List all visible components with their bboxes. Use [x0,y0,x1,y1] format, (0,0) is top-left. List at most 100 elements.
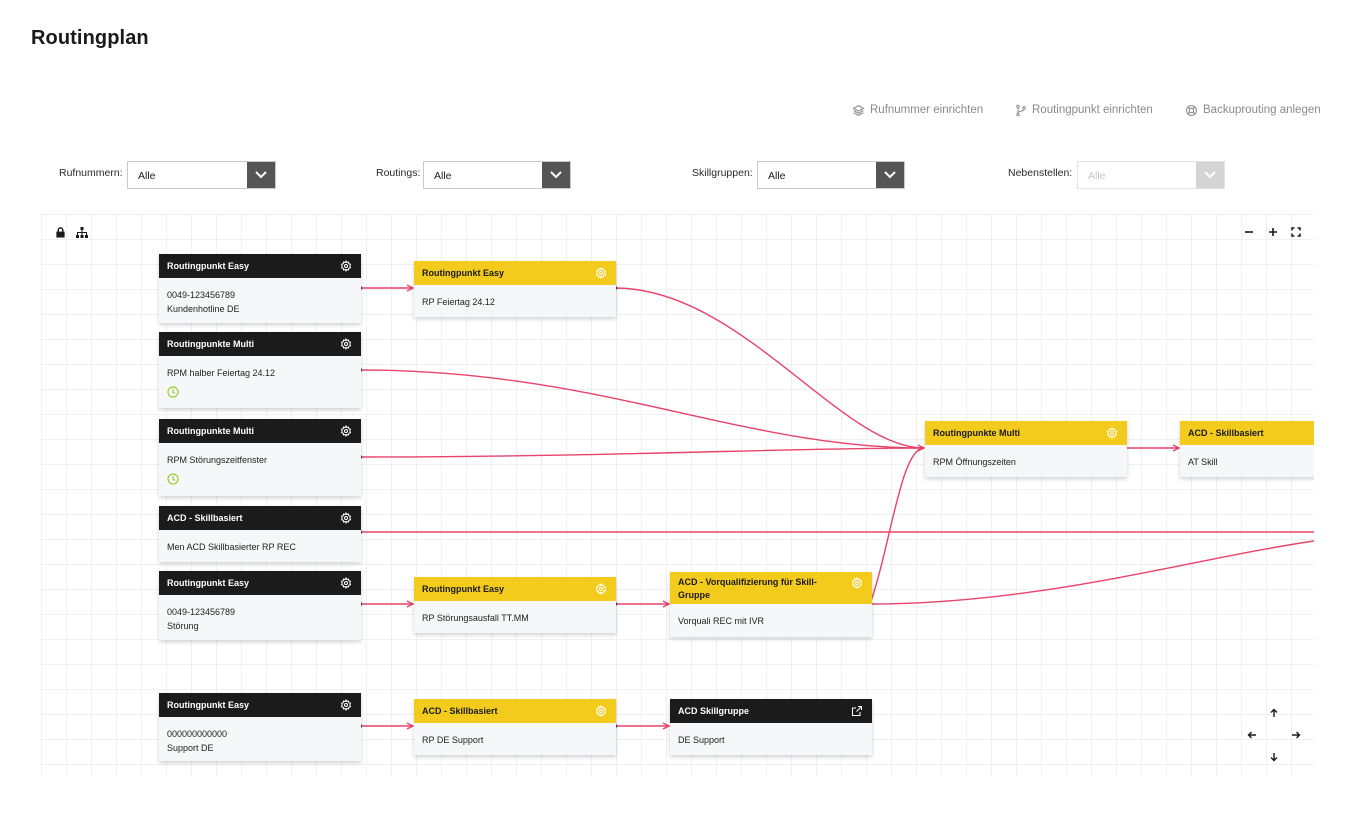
node-title: ACD - Skillbasiert [422,706,498,716]
routingpunkt-einrichten-link[interactable]: Routingpunkt einrichten [1015,101,1153,119]
node-body: Men ACD Skillbasierter RP REC [159,530,361,562]
node-body: DE Support [670,723,872,755]
arrow-right-icon[interactable] [1288,727,1304,743]
node-body: RP Feiertag 24.12 [414,285,616,317]
hierarchy-icon[interactable] [74,224,90,240]
node-line1: RP DE Support [422,735,484,745]
node-header: Routingpunkte Multi [159,419,361,443]
node-line2: Kundenhotline DE [167,304,240,314]
gear-icon[interactable] [594,704,608,718]
clock-icon [167,386,179,398]
node-acd-skillbasiert-at-skill[interactable]: ACD - Skillbasiert AT Skill [1180,421,1314,477]
node-routingpunkte-multi-oeffnungszeiten[interactable]: Routingpunkte Multi RPM Öffnungszeiten [925,421,1127,477]
node-body: RPM Störungszeitfenster [159,443,361,497]
edge-v1-m1 [869,447,925,605]
node-header: Routingpunkt Easy [159,693,361,717]
node-line1: AT Skill [1188,457,1218,467]
node-body: 000000000000 Support DE [159,717,361,763]
node-acd-vorqualifizierung[interactable]: ACD - Vorqualifizierung für Skill-Gruppe… [670,572,872,637]
node-routingpunkte-multi-stoerungszeitfenster[interactable]: Routingpunkte Multi RPM Störungszeitfens… [159,419,361,496]
node-line1: RPM halber Feiertag 24.12 [167,368,276,378]
gear-icon[interactable] [850,576,864,590]
node-line2: Support DE [167,743,214,753]
fullscreen-icon[interactable] [1288,224,1304,240]
node-header: ACD - Skillbasiert [159,506,361,530]
gear-icon[interactable] [594,266,608,280]
edge-v1-right [869,540,1314,605]
node-body: RP DE Support [414,723,616,755]
node-header: ACD - Vorqualifizierung für Skill-Gruppe [670,572,872,604]
gear-icon[interactable] [1105,426,1119,440]
clock-icon [167,473,179,485]
rufnummern-label: Rufnummern: [59,167,123,179]
edge-y1-m1 [614,287,925,449]
node-title: Routingpunkt Easy [167,261,250,271]
rufnummer-einrichten-label: Rufnummer einrichten [870,104,984,116]
node-title: Routingpunkt Easy [422,584,505,594]
node-header: Routingpunkt Easy [159,254,361,278]
node-routingpunkt-easy-kundenhotline[interactable]: Routingpunkt Easy 0049-123456789 Kundenho… [159,254,361,323]
chevron-down-icon [542,162,570,188]
rufnummer-einrichten-link[interactable]: Rufnummer einrichten [852,101,983,119]
node-routingpunkte-multi-halber-feiertag[interactable]: Routingpunkte Multi RPM halber Feiertag … [159,332,361,408]
chevron-down-icon [876,162,904,188]
lifebuoy-icon [1186,104,1197,116]
arrow-down-icon[interactable] [1266,749,1282,765]
node-line1: 0049-123456789 [167,290,236,300]
git-branch-icon [1016,104,1026,116]
lock-icon[interactable] [52,224,68,240]
node-header: Routingpunkt Easy [414,577,616,601]
arrow-left-icon[interactable] [1244,727,1260,743]
node-line1: 0049-123456789 [167,607,236,617]
gear-icon[interactable] [339,698,353,712]
node-acd-skillbasiert-de-support[interactable]: ACD - Skillbasiert RP DE Support [414,699,616,755]
routings-label: Routings: [376,167,421,179]
plus-icon[interactable] [1265,224,1281,240]
node-line1: RP Feiertag 24.12 [422,297,495,307]
nebenstellen-value: Alle [1088,170,1106,182]
node-routingpunkt-easy-support[interactable]: Routingpunkt Easy 000000000000 Support DE [159,693,361,761]
node-title: ACD - Skillbasiert [1188,428,1264,438]
node-routingpunkt-easy-stoerungsausfall[interactable]: Routingpunkt Easy RP Störungsausfall TT.… [414,577,616,633]
routing-canvas[interactable]: Routingpunkt Easy 0049-123456789 Kundenho… [41,214,1314,775]
arrow-up-icon[interactable] [1266,705,1282,721]
routings-select[interactable]: Alle [423,161,571,189]
rufnummern-value: Alle [138,170,156,182]
skillgruppen-select[interactable]: Alle [757,161,905,189]
node-line1: DE Support [678,735,725,745]
node-routingpunkt-easy-feiertag[interactable]: Routingpunkt Easy RP Feiertag 24.12 [414,261,616,317]
node-line1: 000000000000 [167,729,228,739]
chevron-down-icon [247,162,275,188]
node-acd-skillbasiert-men[interactable]: ACD - Skillbasiert Men ACD Skillbasierte… [159,506,361,562]
node-line1: RPM Störungszeitfenster [167,455,268,465]
gear-icon[interactable] [339,511,353,525]
node-acd-skillgruppe-de-support[interactable]: ACD Skillgruppe DE Support [670,699,872,755]
node-title: ACD - Vorqualifizierung für Skill-Gruppe [678,577,817,600]
gear-icon[interactable] [339,259,353,273]
rufnummern-select[interactable]: Alle [127,161,276,189]
node-title: Routingpunkte Multi [167,339,254,349]
node-line1: RP Störungsausfall TT.MM [422,613,529,623]
node-header: ACD - Skillbasiert [1180,421,1314,445]
gear-icon[interactable] [339,576,353,590]
node-body: AT Skill [1180,445,1314,477]
page-title: Routingplan [31,27,149,49]
node-header: Routingpunkte Multi [159,332,361,356]
minus-icon[interactable] [1241,224,1257,240]
node-body: Vorquali REC mit IVR [670,604,872,636]
backuprouting-anlegen-link[interactable]: Backuprouting anlegen [1185,101,1321,119]
routingpunkt-einrichten-label: Routingpunkt einrichten [1032,104,1153,116]
gear-icon[interactable] [339,424,353,438]
node-header: Routingpunkte Multi [925,421,1127,445]
node-title: Routingpunkt Easy [167,578,250,588]
gear-icon[interactable] [339,337,353,351]
routings-value: Alle [434,170,452,182]
layers-icon [852,104,865,116]
backuprouting-anlegen-label: Backuprouting anlegen [1203,104,1321,116]
node-header: Routingpunkt Easy [414,261,616,285]
node-routingpunkt-easy-stoerung[interactable]: Routingpunkt Easy 0049-123456789 Störung [159,571,361,640]
share-icon[interactable] [850,704,864,718]
node-body: RPM Öffnungszeiten [925,445,1127,477]
node-body: RPM halber Feiertag 24.12 [159,356,361,410]
gear-icon[interactable] [594,582,608,596]
